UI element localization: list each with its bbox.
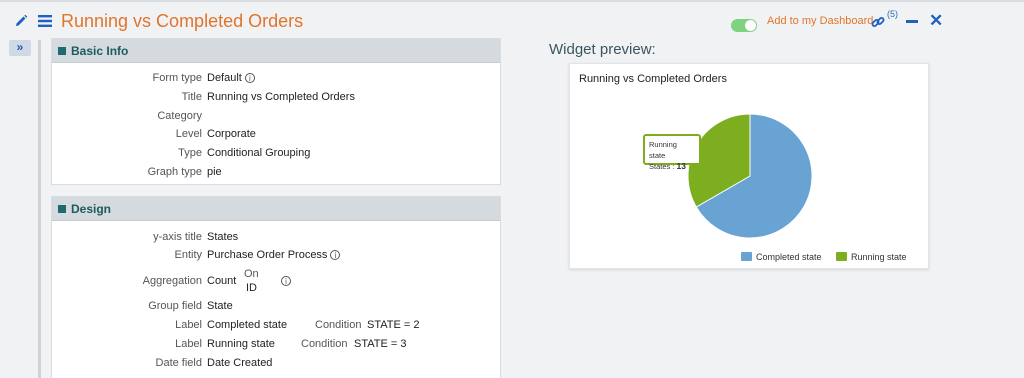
- field-label: Form type: [152, 72, 202, 84]
- field-label: y-axis title: [153, 231, 202, 243]
- level-row: Level Corporate: [52, 128, 502, 144]
- field-label: Level: [175, 128, 202, 140]
- dashboard-toggle[interactable]: [731, 19, 757, 32]
- type-row: Type Conditional Grouping: [52, 147, 502, 163]
- legend-label: Completed state: [756, 252, 822, 262]
- entity-value: Purchase Order Process: [207, 249, 328, 261]
- menu-icon[interactable]: [38, 14, 52, 28]
- field-value: Corporate: [207, 128, 256, 140]
- title-row: Title Running vs Completed Orders: [52, 91, 502, 107]
- legend-item-completed[interactable]: Completed state: [741, 252, 822, 262]
- basic-info-header[interactable]: Basic Info: [52, 39, 500, 63]
- divider: [38, 40, 41, 378]
- group-field-row: Group field State: [52, 300, 502, 316]
- field-label: Type: [178, 147, 202, 159]
- field-value: Completed state: [207, 319, 288, 331]
- widget-preview-heading: Widget preview:: [549, 41, 656, 58]
- tooltip-label: States :: [649, 162, 675, 171]
- legend-label: Running state: [851, 252, 907, 262]
- info-icon[interactable]: i: [281, 276, 291, 286]
- aggregation-row: Aggregation Count: [52, 275, 502, 291]
- tooltip-series: Running state: [649, 140, 677, 160]
- condition-label: Condition: [315, 319, 362, 331]
- field-value: Conditional Grouping: [207, 147, 311, 159]
- add-to-dashboard-link[interactable]: Add to my Dashboard: [767, 15, 873, 27]
- field-value: States: [207, 231, 239, 243]
- chart-tooltip: Running state States : 13: [643, 134, 701, 171]
- field-label: Date field: [155, 357, 202, 369]
- legend-swatch: [741, 252, 752, 261]
- condition-value: STATE = 2: [367, 319, 420, 331]
- graph-type-row: Graph type pie: [52, 166, 502, 182]
- pencil-icon[interactable]: [14, 14, 28, 28]
- field-value: Running state: [207, 338, 275, 350]
- expand-sidebar-button[interactable]: »: [9, 40, 31, 56]
- condition-label: Condition: [301, 338, 348, 350]
- field-label: Group field: [148, 300, 202, 312]
- chart-widget: Running vs Completed Orders Completed st…: [569, 63, 929, 269]
- entity-row: Entity Purchase Order Process i: [52, 249, 502, 265]
- page-title: Running vs Completed Orders: [61, 11, 304, 31]
- basic-info-panel: Basic Info Form type Default i Title Runn…: [51, 38, 501, 185]
- section-title: Basic Info: [71, 44, 129, 58]
- field-label: Entity: [174, 249, 202, 261]
- top-bar: Running vs Completed Orders Add to my Da…: [0, 0, 1024, 38]
- section-title: Design: [71, 202, 112, 216]
- group-row-completed: Label Completed state Condition STATE = …: [52, 319, 502, 335]
- date-field-row: Date field Date Created: [52, 357, 502, 373]
- field-label: Category: [157, 110, 202, 122]
- section-square-icon: [58, 47, 66, 55]
- pie-chart: [687, 113, 813, 239]
- y-axis-title-row: y-axis title States: [52, 231, 502, 247]
- design-header[interactable]: Design: [52, 197, 500, 221]
- section-square-icon: [58, 205, 66, 213]
- category-row: Category: [52, 110, 502, 126]
- field-value: State: [207, 300, 233, 312]
- field-value: Purchase Order Process i: [207, 249, 341, 261]
- field-label: Graph type: [147, 166, 202, 178]
- info-icon[interactable]: i: [244, 73, 255, 83]
- form-type-value: Default: [207, 72, 242, 84]
- legend-swatch: [836, 252, 847, 261]
- on-label: On: [244, 268, 259, 280]
- field-value: Date Created: [207, 357, 273, 369]
- field-value: Default i: [207, 72, 255, 84]
- condition-value: STATE = 3: [354, 338, 407, 350]
- field-label: Aggregation: [142, 275, 202, 287]
- on-value: ID: [246, 282, 257, 294]
- info-icon[interactable]: i: [330, 250, 341, 260]
- field-value: pie: [207, 166, 222, 178]
- group-row-running: Label Running state Condition STATE = 3: [52, 338, 502, 354]
- field-label: Label: [175, 319, 202, 331]
- minimize-icon[interactable]: [906, 20, 918, 23]
- tooltip-value-line: States : 13: [649, 161, 695, 172]
- link-count-badge: (5): [887, 9, 898, 19]
- legend-item-running[interactable]: Running state: [836, 252, 907, 262]
- close-icon[interactable]: ✕: [929, 12, 943, 29]
- field-label: Title: [181, 91, 202, 103]
- field-label: Label: [175, 338, 202, 350]
- field-value: Count: [207, 275, 237, 287]
- link-icon[interactable]: [871, 15, 885, 29]
- field-value: Running vs Completed Orders: [207, 91, 355, 103]
- toggle-knob: [745, 20, 756, 31]
- tooltip-value: 13: [676, 161, 686, 171]
- form-type-row: Form type Default i: [52, 72, 502, 88]
- design-panel: Design y-axis title States Entity Purcha…: [51, 196, 501, 378]
